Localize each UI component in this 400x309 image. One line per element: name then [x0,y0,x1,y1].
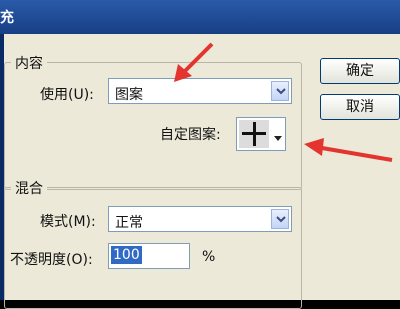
title-bar: 充 [0,0,400,34]
pattern-swatch [239,120,269,148]
chevron-down-icon[interactable] [271,81,289,101]
blend-group-legend: 混合 [11,178,47,198]
opacity-input[interactable]: 100 [108,243,190,269]
custom-pattern-picker[interactable] [236,117,286,151]
mode-label: 模式(M): [40,214,96,230]
mode-dropdown-value: 正常 [115,215,143,231]
content-group-legend: 内容 [11,53,47,73]
opacity-value: 100 [111,246,142,264]
crosshair-pattern-icon [239,120,269,148]
opacity-label: 不透明度(O): [10,252,93,268]
triangle-down-icon[interactable] [274,130,282,146]
ok-button[interactable]: 确定 [320,58,400,84]
use-dropdown-value: 图案 [115,87,143,103]
annotation-arrow-left [304,138,393,162]
custom-pattern-label: 自定图案: [160,127,221,143]
annotation-arrow-up [174,42,214,82]
use-label: 使用(U): [40,87,94,103]
chevron-down-icon[interactable] [271,209,289,229]
window-title: 充 [0,10,14,26]
opacity-unit: % [202,249,216,265]
mode-dropdown[interactable]: 正常 [108,206,292,232]
cancel-button[interactable]: 取消 [320,94,400,120]
